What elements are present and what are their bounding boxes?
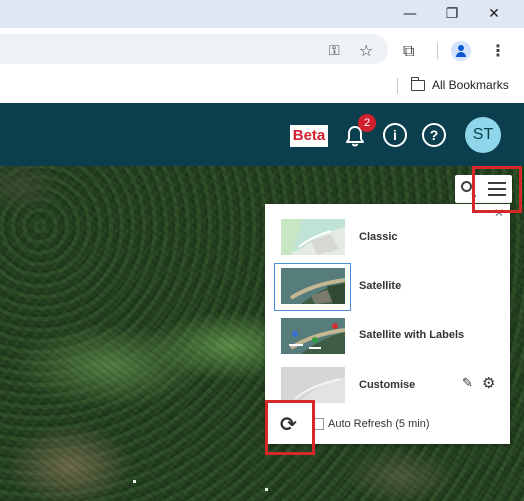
- notification-badge: 2: [358, 114, 376, 132]
- highlight-refresh-button: [265, 400, 315, 455]
- satellite-labels-thumbnail[interactable]: [281, 318, 345, 354]
- basemap-option-classic[interactable]: Classic: [359, 231, 398, 243]
- basemap-option-customise[interactable]: Customise: [359, 379, 415, 391]
- folder-icon: [410, 77, 425, 91]
- key-icon[interactable]: ⚿: [329, 43, 340, 59]
- toolbar-divider: [437, 43, 438, 59]
- map-marker: [133, 480, 136, 483]
- gear-icon[interactable]: ⚙: [482, 374, 495, 392]
- star-icon[interactable]: ☆: [359, 41, 373, 60]
- search-icon[interactable]: [461, 181, 472, 192]
- extensions-icon[interactable]: ⧉: [403, 41, 414, 61]
- highlight-menu-button: [472, 166, 522, 213]
- basemap-option-satellite-labels[interactable]: Satellite with Labels: [359, 329, 464, 341]
- user-avatar[interactable]: ST: [465, 117, 501, 153]
- close-window-button[interactable]: ✕: [483, 4, 505, 24]
- auto-refresh-label: Auto Refresh (5 min): [328, 418, 430, 430]
- browser-toolbar: [0, 28, 524, 70]
- customise-thumbnail[interactable]: [281, 367, 345, 403]
- bookmarks-divider: [397, 78, 398, 94]
- restore-button[interactable]: ❐: [441, 4, 463, 24]
- edit-icon[interactable]: ✎: [462, 376, 473, 391]
- help-icon[interactable]: ?: [422, 123, 446, 147]
- beta-badge: Beta: [290, 125, 328, 147]
- basemap-option-satellite[interactable]: Satellite: [359, 280, 401, 292]
- profile-icon[interactable]: [451, 41, 471, 61]
- info-icon[interactable]: i: [383, 123, 407, 147]
- map-marker: [265, 488, 268, 491]
- minimize-button[interactable]: —: [399, 4, 421, 24]
- classic-thumbnail[interactable]: [281, 219, 345, 255]
- satellite-thumbnail[interactable]: [281, 268, 345, 304]
- menu-icon[interactable]: ⋮: [490, 41, 506, 60]
- all-bookmarks-link[interactable]: All Bookmarks: [432, 78, 509, 92]
